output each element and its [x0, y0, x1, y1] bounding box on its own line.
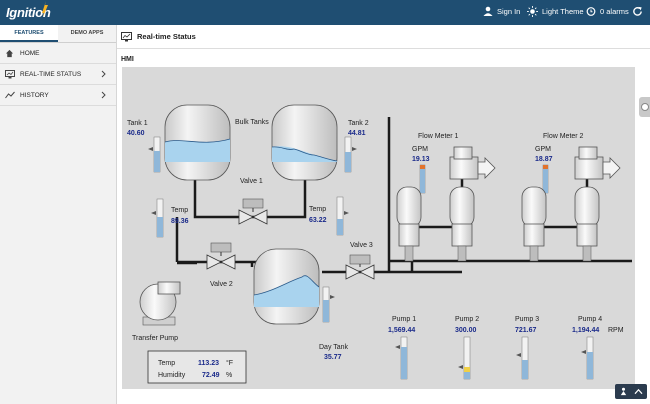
- temp-2-gauge: [336, 196, 349, 236]
- sidebar-item-home[interactable]: HOME: [0, 43, 116, 64]
- pump-2-value: 300.00: [455, 327, 477, 334]
- flow-meter-2-label: Flow Meter 2: [543, 133, 584, 140]
- bulk-tank-1[interactable]: [164, 104, 231, 181]
- day-tank-label: Day Tank: [319, 344, 349, 351]
- sidebar: FEATURES DEMO APPS HOME REAL-TIME STATUS…: [0, 25, 117, 404]
- sign-in-button[interactable]: Sign In: [483, 6, 520, 16]
- flow-meter-1-unit: GPM: [412, 146, 428, 153]
- trend-icon: [5, 90, 15, 100]
- person-icon: [620, 387, 627, 396]
- flow-meter-1-value: 19.13: [412, 156, 430, 163]
- valve-2[interactable]: [206, 242, 236, 270]
- valve-3[interactable]: [345, 254, 375, 280]
- ambient-humidity-value: 72.49: [202, 372, 220, 379]
- info-icon: [641, 103, 649, 111]
- pump-1-label: Pump 1: [392, 316, 416, 323]
- bottom-dock-controls[interactable]: [615, 384, 647, 399]
- pump-3-value: 721.67: [515, 327, 537, 334]
- tank-2-label: Tank 2: [348, 120, 369, 127]
- alarms-button[interactable]: 0 alarms: [586, 6, 629, 16]
- monitor-icon: [121, 31, 132, 41]
- flow-meter-1-label: Flow Meter 1: [418, 133, 459, 140]
- alarm-clock-icon: [586, 7, 596, 16]
- transfer-pump-label: Transfer Pump: [132, 335, 178, 342]
- pump-4[interactable]: [574, 186, 600, 262]
- day-tank-level-gauge: [322, 286, 335, 323]
- top-bar: Ignition Sign In Light Theme 0 alarms: [0, 0, 650, 25]
- ambient-temp-value: 113.23: [198, 360, 219, 367]
- home-icon: [5, 48, 15, 58]
- pump-3-label: Pump 3: [515, 316, 539, 323]
- chevron-right-icon: [101, 91, 106, 99]
- tank-1-level-gauge: [148, 136, 161, 173]
- user-icon: [483, 6, 493, 16]
- monitor-icon: [5, 69, 15, 79]
- page-header: Real-time Status: [117, 25, 650, 49]
- side-drawer-toggle[interactable]: [639, 97, 650, 117]
- chevron-right-icon: [101, 70, 106, 78]
- pump-2-label: Pump 2: [455, 316, 479, 323]
- transfer-pump[interactable]: [139, 281, 181, 326]
- ambient-temp-unit: °F: [226, 359, 233, 367]
- page-title: Real-time Status: [137, 32, 196, 41]
- day-tank-value: 35.77: [324, 354, 342, 361]
- bulk-tanks-label: Bulk Tanks: [235, 119, 269, 126]
- theme-toggle-button[interactable]: Light Theme: [527, 6, 584, 17]
- ambient-humidity-label: Humidity: [158, 372, 186, 379]
- sun-icon: [527, 6, 538, 17]
- tank-1-value: 40.60: [127, 130, 145, 137]
- bulk-tank-2[interactable]: [271, 104, 338, 181]
- sidebar-item-label: REAL-TIME STATUS: [20, 70, 82, 78]
- valve-1[interactable]: [238, 198, 268, 225]
- theme-label: Light Theme: [542, 7, 584, 16]
- sidebar-item-label: HISTORY: [20, 91, 49, 99]
- pump-2-gauge: [458, 336, 471, 380]
- tank-2-value: 44.81: [348, 130, 366, 137]
- sign-in-label: Sign In: [497, 6, 521, 16]
- refresh-icon[interactable]: [632, 6, 643, 17]
- sidebar-tabs: FEATURES DEMO APPS: [0, 25, 116, 43]
- pump-4-label: Pump 4: [578, 316, 602, 323]
- flow-meter-1-gauge: [419, 164, 426, 194]
- tab-features[interactable]: FEATURES: [0, 25, 58, 42]
- pump-3[interactable]: [521, 186, 547, 262]
- pump-1-value: 1,569.44: [388, 327, 415, 334]
- chevron-up-icon: [634, 388, 643, 395]
- ambient-humidity-unit: %: [226, 372, 232, 379]
- tank-1-label: Tank 1: [127, 120, 148, 127]
- section-title: HMI: [121, 56, 134, 63]
- sidebar-item-history[interactable]: HISTORY: [0, 85, 116, 106]
- pump-3-gauge: [516, 336, 529, 380]
- alarms-label: 0 alarms: [600, 6, 629, 16]
- flow-meter-2-unit: GPM: [535, 146, 551, 153]
- valve-3-label: Valve 3: [350, 242, 373, 249]
- flow-meter-2[interactable]: [574, 146, 621, 180]
- hmi-panel: Tank 1 40.60 Bulk Tanks Tank 2 44.81 Tem…: [122, 67, 635, 389]
- main-content: Real-time Status HMI Tank 1 40.60 Bulk T…: [117, 25, 650, 404]
- logo-flame-icon: [42, 1, 48, 17]
- hmi-diagram: Tank 1 40.60 Bulk Tanks Tank 2 44.81 Tem…: [127, 104, 632, 384]
- valve-1-label: Valve 1: [240, 178, 263, 185]
- temp-1-gauge: [151, 198, 164, 238]
- ambient-temp-label: Temp: [158, 360, 175, 367]
- pump-1-gauge: [395, 336, 408, 380]
- rpm-unit: RPM: [608, 327, 624, 334]
- tab-demo-apps[interactable]: DEMO APPS: [58, 25, 116, 42]
- sidebar-item-real-time-status[interactable]: REAL-TIME STATUS: [0, 64, 116, 85]
- temp-2-value: 63.22: [309, 217, 327, 224]
- flow-meter-1[interactable]: [449, 146, 496, 180]
- flow-meter-2-value: 18.87: [535, 156, 553, 163]
- day-tank[interactable]: [253, 248, 320, 325]
- tank-2-level-gauge: [344, 136, 357, 173]
- pump-2[interactable]: [449, 186, 475, 262]
- temp-2-label: Temp: [309, 206, 326, 213]
- pump-1[interactable]: [396, 186, 422, 262]
- flow-meter-2-gauge: [542, 164, 549, 194]
- valve-2-label: Valve 2: [210, 281, 233, 288]
- temp-1-value: 89.36: [171, 218, 189, 225]
- pump-4-value: 1,194.44: [572, 327, 599, 334]
- temp-1-label: Temp: [171, 207, 188, 214]
- sidebar-item-label: HOME: [20, 49, 40, 57]
- pump-4-gauge: [581, 336, 594, 380]
